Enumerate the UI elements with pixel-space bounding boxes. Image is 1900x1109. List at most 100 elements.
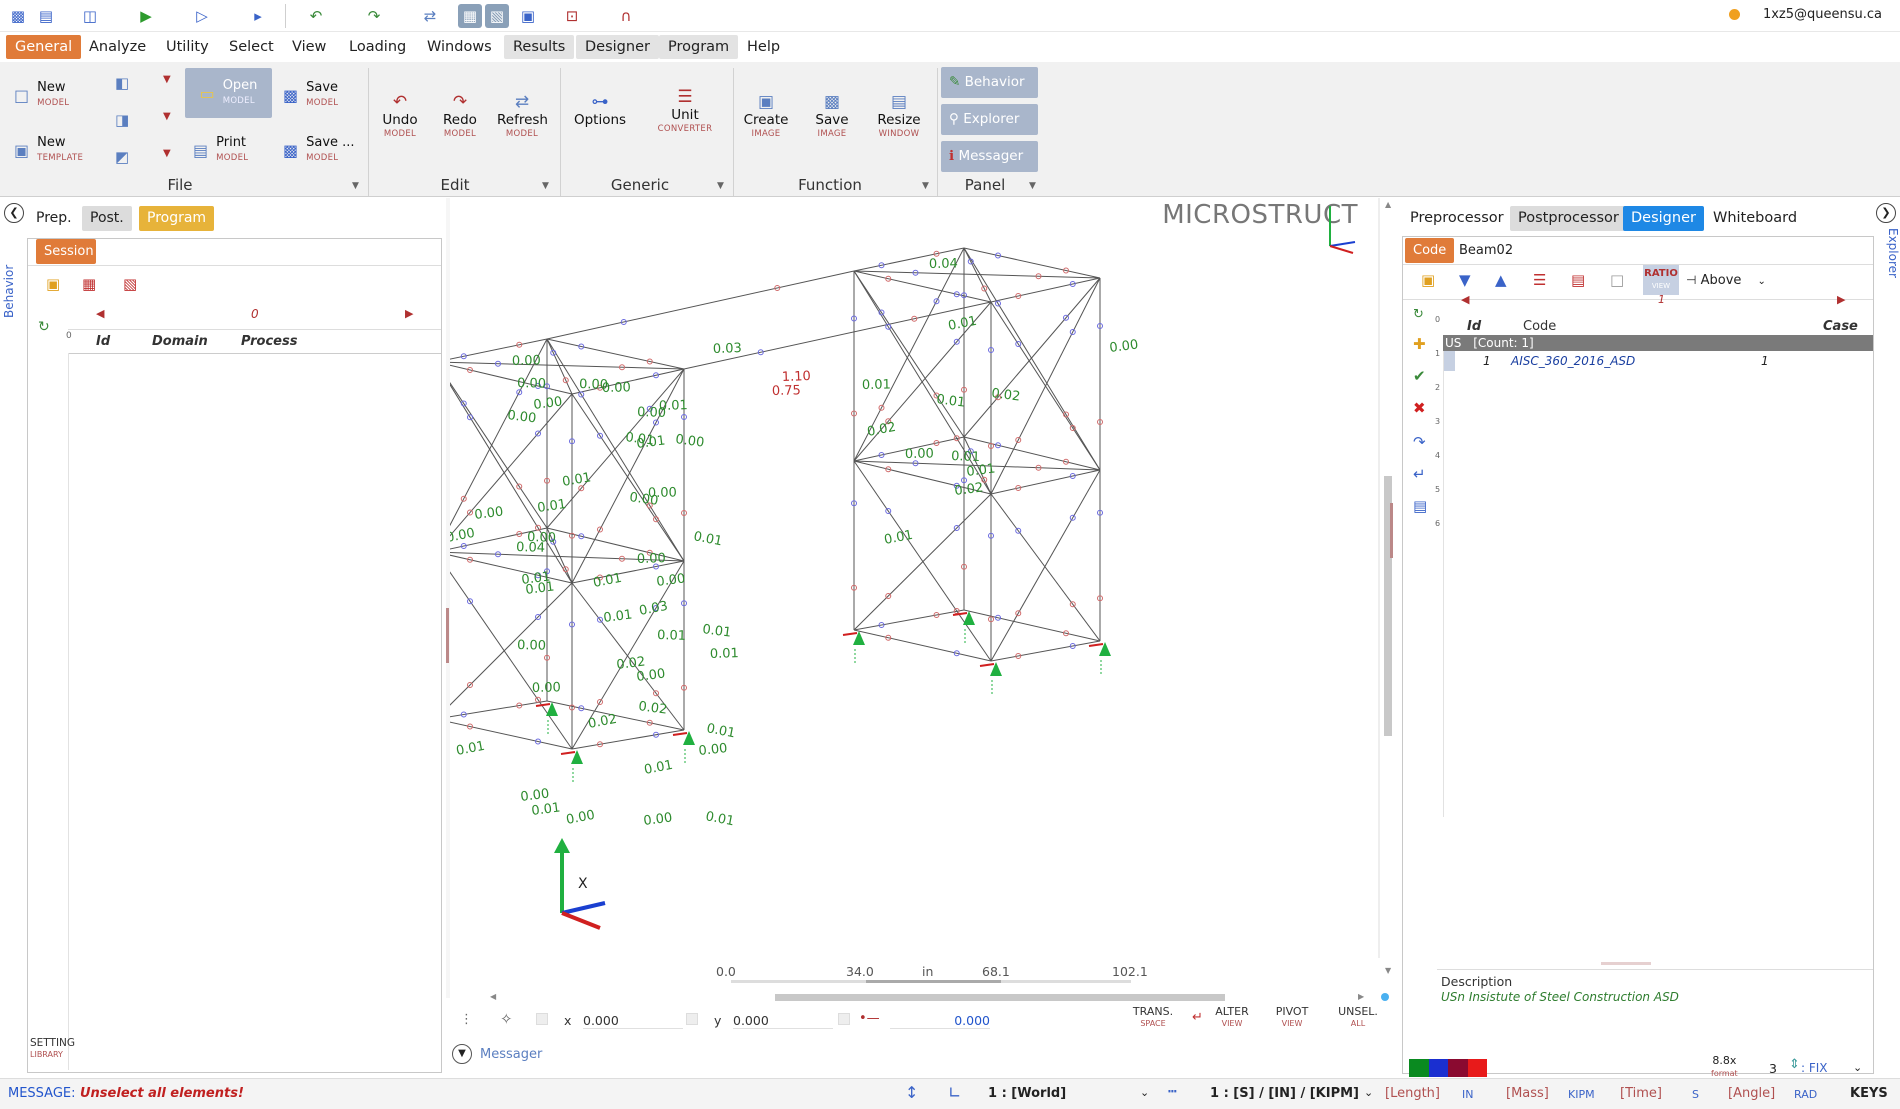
chevron-down-icon[interactable]: ⌄: [1364, 1086, 1373, 1099]
delete-icon[interactable]: ✖: [1413, 399, 1426, 417]
undo-icon[interactable]: ↶: [304, 4, 328, 28]
recent-icon[interactable]: ◩: [115, 148, 129, 166]
run-to-end-icon[interactable]: ▷: [190, 4, 214, 28]
remove-session-icon[interactable]: ▦: [82, 275, 96, 293]
horizontal-scrollbar[interactable]: ◀ ▶: [490, 992, 1370, 1002]
menu-designer[interactable]: Designer: [576, 35, 659, 59]
snap-icon[interactable]: ✧: [500, 1010, 513, 1028]
distance-input[interactable]: 0.000: [890, 1013, 990, 1029]
column-id[interactable]: Id: [1467, 319, 1481, 334]
chevron-down-icon[interactable]: ⌄: [1140, 1086, 1149, 1099]
list-icon[interactable]: ☰: [1533, 271, 1546, 289]
select-area-icon[interactable]: □: [1610, 271, 1624, 289]
import-dropdown-icon[interactable]: ▼: [163, 74, 171, 85]
trans-space-button[interactable]: TRANS. SPACE: [1130, 1006, 1176, 1030]
refresh-code-icon[interactable]: ↻: [1413, 307, 1424, 322]
unit-system-select[interactable]: 1 : [S] / [IN] / [KIPM]: [1210, 1086, 1359, 1101]
tab-code[interactable]: Code: [1405, 238, 1455, 263]
window-icon[interactable]: ▣: [516, 4, 540, 28]
layout-icon[interactable]: ▦: [458, 4, 482, 28]
scroll-right-icon[interactable]: ▶: [1358, 992, 1364, 1001]
explorer-panel-button[interactable]: ⚲ Explorer: [941, 104, 1038, 135]
step-icon[interactable]: ◫: [78, 4, 102, 28]
add-session-icon[interactable]: ▧: [123, 275, 137, 293]
alter-view-button[interactable]: ALTER VIEW: [1212, 1006, 1252, 1030]
undo-model-button[interactable]: ↶ Undo MODEL: [378, 92, 422, 139]
options-button[interactable]: ⊶ Options: [572, 92, 628, 128]
tab-session[interactable]: Session: [36, 239, 96, 264]
tab-whiteboard[interactable]: Whiteboard: [1705, 206, 1805, 231]
pivot-view-button[interactable]: PIVOT VIEW: [1272, 1006, 1312, 1030]
mass-value[interactable]: KIPM: [1568, 1088, 1595, 1101]
file-group-expand-icon[interactable]: ▼: [352, 181, 359, 191]
y-checkbox[interactable]: [686, 1013, 698, 1025]
vertical-move-icon[interactable]: ↕: [905, 1083, 918, 1102]
edit-check-icon[interactable]: ✔: [1413, 367, 1426, 385]
column-case[interactable]: Case: [1823, 319, 1858, 334]
vertical-scrollbar[interactable]: ▲ ▼: [1383, 198, 1393, 975]
messager-panel-button[interactable]: ℹ Messager: [941, 141, 1038, 172]
layout-alt-icon[interactable]: ▧: [485, 4, 509, 28]
grid-icon[interactable]: ⋮: [460, 1012, 473, 1027]
angle-value[interactable]: RAD: [1794, 1088, 1817, 1101]
splitter-handle[interactable]: [1601, 962, 1651, 965]
export-code-icon[interactable]: ▲: [1495, 271, 1507, 289]
above-dropdown[interactable]: ⊣ Above ⌄: [1686, 273, 1766, 288]
prev-page-icon[interactable]: ◀: [96, 307, 104, 320]
table-row[interactable]: 1 AISC_360_2016_ASD 1: [1443, 351, 1873, 371]
recent-dropdown-icon[interactable]: ▼: [163, 148, 171, 159]
tab-prep[interactable]: Prep.: [28, 206, 80, 231]
menu-loading[interactable]: Loading: [340, 35, 415, 59]
unit-converter-button[interactable]: ☰ Unit CONVERTER: [650, 87, 720, 134]
arch-icon[interactable]: ∩: [614, 4, 638, 28]
menu-analyze[interactable]: Analyze: [80, 35, 155, 59]
save-all-icon[interactable]: ▤: [34, 4, 58, 28]
h-scroll-thumb[interactable]: [775, 994, 1225, 1001]
save-model-button[interactable]: ▩ Save MODEL: [283, 76, 363, 114]
chart-icon[interactable]: ▤: [1413, 497, 1427, 515]
lock-icon[interactable]: ▣: [46, 275, 60, 293]
import-icon[interactable]: ◧: [115, 74, 129, 92]
unselect-all-button[interactable]: UNSEL. ALL: [1338, 1006, 1378, 1030]
menu-general[interactable]: General: [6, 35, 82, 59]
function-group-expand-icon[interactable]: ▼: [922, 181, 929, 191]
stop-icon[interactable]: ▸: [246, 4, 270, 28]
column-process[interactable]: Process: [241, 334, 297, 349]
collapse-left-icon[interactable]: ❮: [4, 203, 24, 223]
keys-button[interactable]: KEYS: [1850, 1086, 1888, 1101]
length-value[interactable]: IN: [1462, 1088, 1473, 1101]
menu-help[interactable]: Help: [738, 35, 789, 59]
save-image-button[interactable]: ▩ Save IMAGE: [808, 92, 856, 139]
menu-select[interactable]: Select: [220, 35, 283, 59]
import-code-icon[interactable]: ▼: [1459, 271, 1471, 289]
generic-group-expand-icon[interactable]: ▼: [717, 181, 724, 191]
y-input[interactable]: 0.000: [733, 1013, 833, 1029]
setting-library-button[interactable]: SETTING LIBRARY: [30, 1037, 75, 1061]
collapse-right-icon[interactable]: ❯: [1876, 203, 1896, 223]
menu-utility[interactable]: Utility: [157, 35, 218, 59]
tab-post[interactable]: Post.: [82, 206, 132, 231]
run-icon[interactable]: ▶: [134, 4, 158, 28]
resize-window-button[interactable]: ▤ Resize WINDOW: [874, 92, 924, 139]
precision-stepper-icon[interactable]: ⇕: [1789, 1057, 1800, 1072]
swap-icon[interactable]: ⇄: [418, 4, 442, 28]
return-icon[interactable]: ↵: [1413, 465, 1426, 483]
next-page-icon[interactable]: ▶: [1837, 293, 1845, 306]
ratio-view-button[interactable]: RATIO VIEW: [1643, 265, 1679, 295]
fix-dropdown[interactable]: : FIX: [1801, 1061, 1828, 1075]
x-checkbox[interactable]: [536, 1013, 548, 1025]
table-icon[interactable]: ▤: [1571, 271, 1585, 289]
scroll-left-icon[interactable]: ◀: [490, 992, 496, 1001]
refresh-model-button[interactable]: ⇄ Refresh MODEL: [497, 92, 548, 139]
forward-icon[interactable]: ↷: [1413, 433, 1426, 451]
tab-beam02[interactable]: Beam02: [1451, 238, 1521, 263]
export-dropdown-icon[interactable]: ▼: [163, 111, 171, 122]
next-page-icon[interactable]: ▶: [405, 307, 413, 320]
v-scroll-track[interactable]: [1378, 198, 1380, 958]
print-model-button[interactable]: ▤ Print MODEL: [193, 131, 273, 169]
prev-page-icon[interactable]: ◀: [1461, 293, 1469, 306]
tab-program[interactable]: Program: [139, 206, 215, 231]
column-code[interactable]: Code: [1523, 319, 1556, 334]
tab-designer[interactable]: Designer: [1623, 206, 1704, 231]
row-selector[interactable]: [1443, 351, 1455, 371]
